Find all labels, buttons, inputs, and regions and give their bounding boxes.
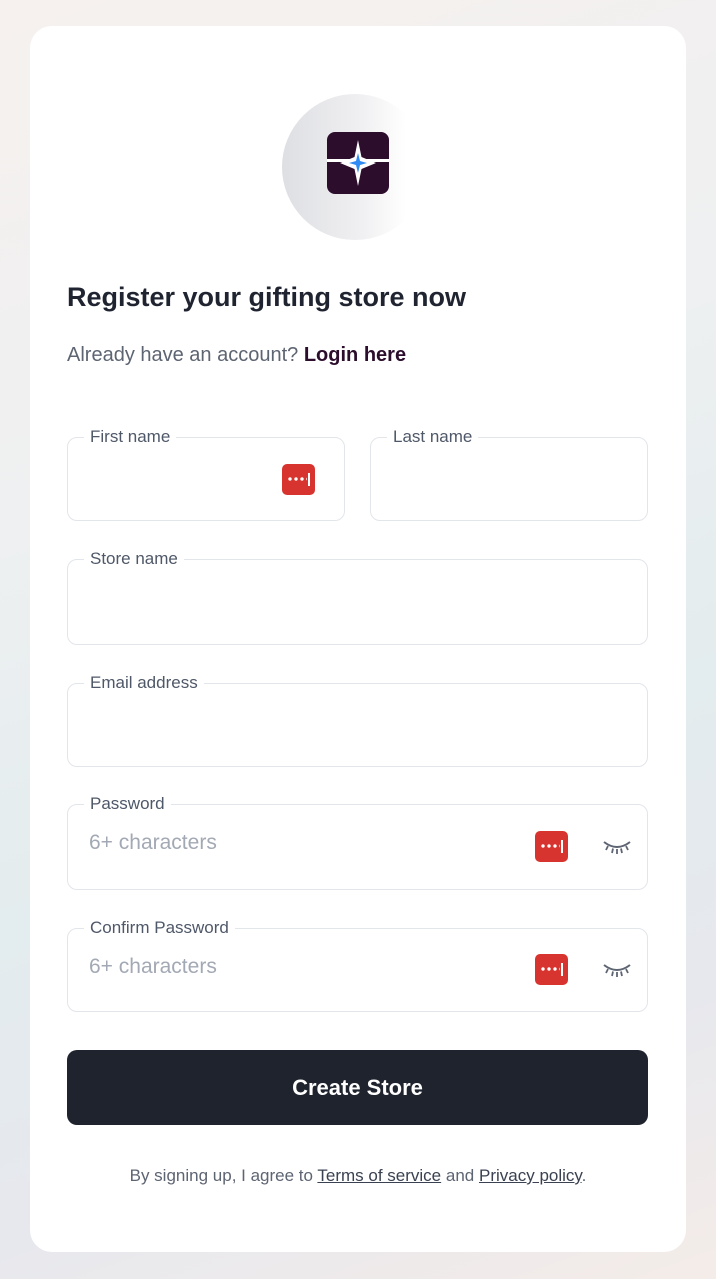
login-link[interactable]: Login here (304, 344, 406, 366)
email-field[interactable]: Email address (67, 672, 648, 767)
eye-closed-icon[interactable] (602, 838, 632, 856)
login-prompt: Already have an account? Login here (67, 344, 406, 367)
register-card: Register your gifting store now Already … (30, 26, 686, 1252)
privacy-policy-link[interactable]: Privacy policy (479, 1166, 582, 1185)
confirm-password-field[interactable]: Confirm Password (67, 917, 648, 1012)
password-field[interactable]: Password (67, 793, 648, 890)
password-manager-icon[interactable] (282, 464, 315, 495)
password-manager-icon[interactable] (535, 954, 568, 985)
sparkle-logo-icon (327, 132, 389, 194)
first-name-input[interactable] (89, 464, 279, 488)
terms-prefix: By signing up, I agree to (129, 1166, 313, 1185)
email-input[interactable] (89, 710, 619, 734)
last-name-field[interactable]: Last name (370, 426, 648, 521)
terms-suffix: . (581, 1166, 587, 1185)
password-label: Password (84, 793, 171, 815)
terms-notice: By signing up, I agree to Terms of servi… (30, 1166, 686, 1186)
last-name-label: Last name (387, 426, 479, 448)
login-prompt-text: Already have an account? (67, 344, 299, 366)
first-name-label: First name (84, 426, 177, 448)
first-name-field[interactable]: First name (67, 426, 345, 521)
terms-conjunction: and (445, 1166, 475, 1185)
password-input[interactable] (89, 831, 509, 855)
store-name-label: Store name (84, 548, 184, 570)
page-title: Register your gifting store now (67, 282, 467, 312)
email-label: Email address (84, 672, 204, 694)
store-name-input[interactable] (89, 586, 619, 610)
last-name-input[interactable] (392, 464, 622, 488)
password-manager-icon[interactable] (535, 831, 568, 862)
confirm-password-label: Confirm Password (84, 917, 235, 939)
store-name-field[interactable]: Store name (67, 548, 648, 645)
create-store-button[interactable]: Create Store (67, 1050, 648, 1125)
terms-of-service-link[interactable]: Terms of service (317, 1166, 441, 1185)
confirm-password-input[interactable] (89, 955, 509, 979)
eye-closed-icon[interactable] (602, 961, 632, 979)
